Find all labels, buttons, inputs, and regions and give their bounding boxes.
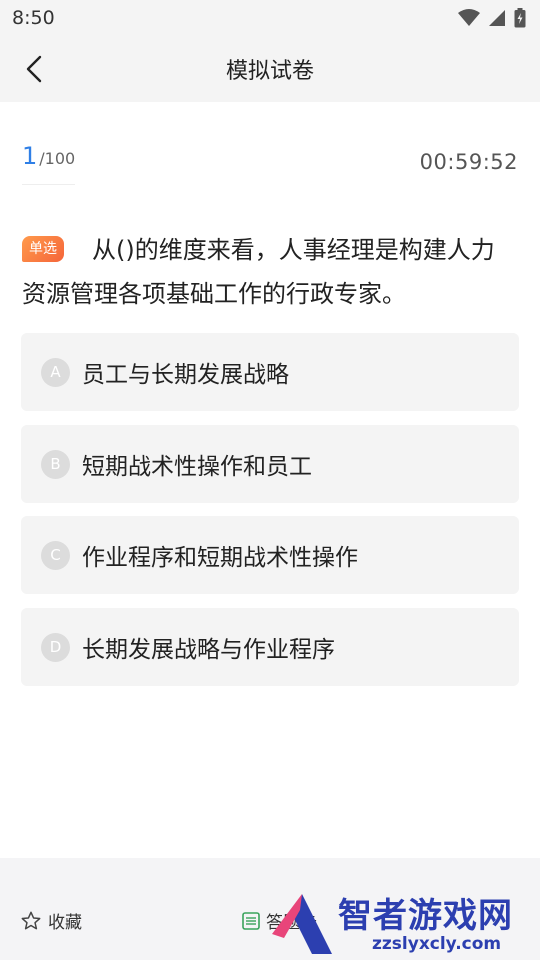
cell-signal-icon <box>489 10 505 26</box>
option-text: 员工与长期发展战略 <box>82 362 289 388</box>
progress-total: /100 <box>39 149 76 168</box>
favorite-label: 收藏 <box>48 913 82 933</box>
status-time: 8:50 <box>12 7 55 29</box>
watermark-logo-icon <box>272 894 332 954</box>
option-c[interactable]: C 作业程序和短期战术性操作 <box>21 516 519 594</box>
question-type-badge: 单选 <box>22 236 64 262</box>
status-icons <box>458 8 526 28</box>
chevron-left-icon <box>26 55 42 83</box>
option-letter: D <box>41 632 70 662</box>
option-text: 作业程序和短期战术性操作 <box>82 545 358 571</box>
option-a[interactable]: A 员工与长期发展战略 <box>21 333 519 411</box>
option-b[interactable]: B 短期战术性操作和员工 <box>21 425 519 503</box>
option-text: 短期战术性操作和员工 <box>82 454 312 480</box>
header: 模拟试卷 <box>0 36 540 102</box>
option-letter: C <box>41 540 70 570</box>
star-icon <box>21 911 41 929</box>
question-text: 从()的维度来看，人事经理是构建人力资源管理各项基础工作的行政专家。 <box>22 236 495 308</box>
option-letter: B <box>41 449 70 479</box>
countdown-timer: 00:59:52 <box>419 150 518 174</box>
watermark: 智者游戏网 zzslyxcly.com <box>262 888 540 960</box>
wifi-icon <box>458 9 480 26</box>
answer-sheet-icon <box>242 911 260 930</box>
question: 单选 从()的维度来看，人事经理是构建人力资源管理各项基础工作的行政专家。 <box>22 228 512 316</box>
battery-icon <box>514 8 526 28</box>
progress-current: 1 <box>22 142 38 170</box>
option-d[interactable]: D 长期发展战略与作业程序 <box>21 608 519 686</box>
option-text: 长期发展战略与作业程序 <box>82 637 335 663</box>
page-title: 模拟试卷 <box>225 59 314 84</box>
back-button[interactable] <box>18 53 50 85</box>
favorite-button[interactable]: 收藏 <box>20 908 82 933</box>
watermark-text: 智者游戏网 <box>338 896 513 936</box>
watermark-domain: zzslyxcly.com <box>372 934 502 954</box>
status-bar: 8:50 <box>0 0 540 36</box>
question-progress: 1 /100 <box>22 142 76 185</box>
option-letter: A <box>41 357 70 387</box>
